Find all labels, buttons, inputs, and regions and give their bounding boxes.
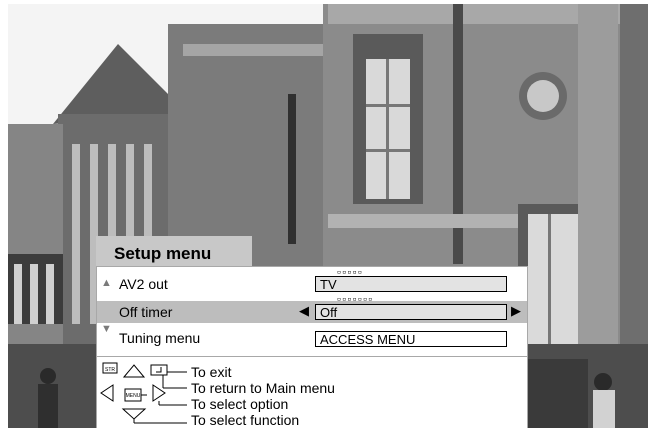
option-right-arrow-icon[interactable]: ▶ [511,303,521,319]
setup-menu-panel: ▲ AV2 out ▫▫▫▫▫ TV Off timer ▫▫▫▫▫▫▫ ◀ O… [96,266,528,358]
av2-out-value[interactable]: TV [315,276,507,292]
up-key-icon [122,364,146,378]
legend-exit: To exit [191,364,232,380]
level-indicator: ▫▫▫▫▫ [337,268,364,276]
menu-item-tuning-menu[interactable]: ▼ Tuning menu ACCESS MENU [97,323,527,349]
key-legend-panel: STR MENU To exit To return to Main menu … [96,356,528,428]
menu-title: Setup menu [114,244,212,263]
tuning-menu-value[interactable]: ACCESS MENU [315,331,507,347]
off-timer-value[interactable]: Off [315,304,507,320]
menu-item-label: AV2 out [119,276,168,292]
down-key-icon [121,408,147,420]
level-indicator: ▫▫▫▫▫▫▫ [337,295,374,303]
return-key-icon [150,364,168,376]
option-left-arrow-icon[interactable]: ◀ [299,303,309,319]
left-key-icon [100,384,114,402]
legend-select-function: To select function [191,412,300,428]
menu-item-label: Off timer [119,304,173,320]
tv-screen: Setup menu ▲ AV2 out ▫▫▫▫▫ TV Off timer … [8,4,648,428]
menu-item-label: Tuning menu [119,330,201,346]
legend-select-option: To select option [191,396,289,412]
scroll-up-icon: ▲ [101,277,112,289]
menu-item-off-timer[interactable]: Off timer ▫▫▫▫▫▫▫ ◀ Off ▶ [97,295,527,323]
svg-text:MENU: MENU [126,393,141,399]
menu-item-av2-out[interactable]: ▲ AV2 out ▫▫▫▫▫ TV [97,268,527,295]
svg-text:STR: STR [105,367,115,373]
legend-main-menu: To return to Main menu [191,380,335,396]
scroll-down-icon: ▼ [101,323,112,335]
